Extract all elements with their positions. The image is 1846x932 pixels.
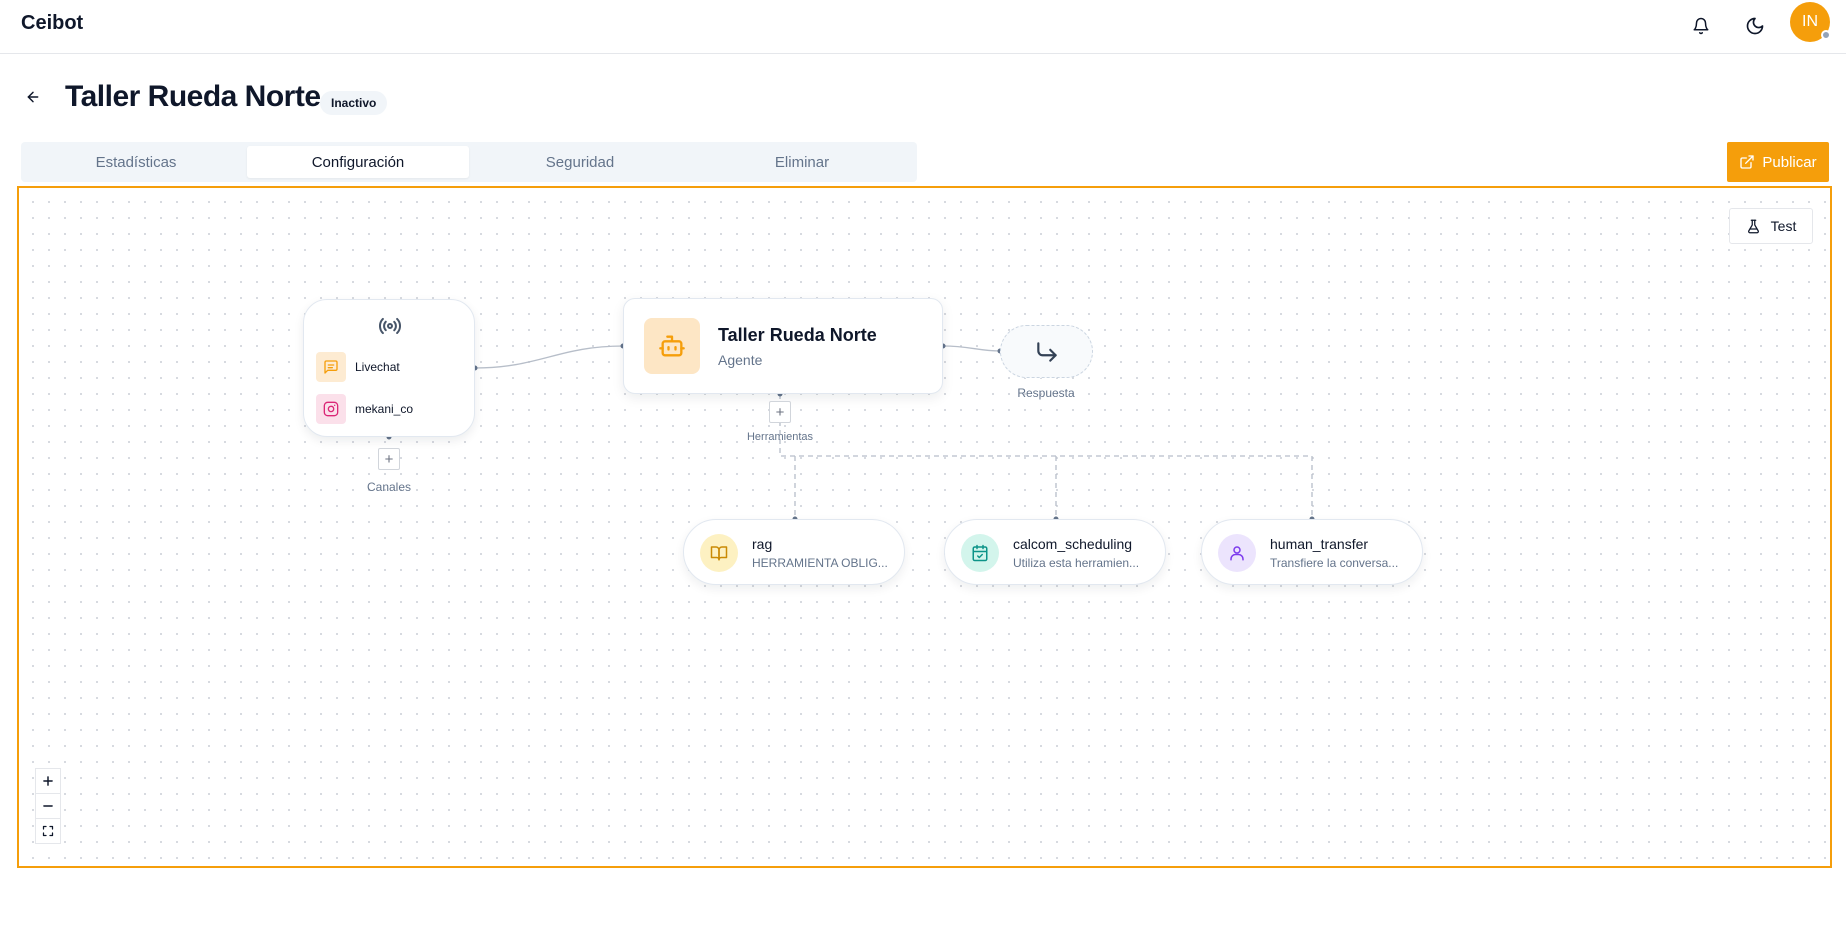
publish-button[interactable]: Publicar <box>1727 142 1829 182</box>
chat-icon <box>316 352 346 382</box>
user-icon <box>1218 534 1256 572</box>
avatar-status-dot <box>1821 30 1831 40</box>
tool-description: Utiliza esta herramien... <box>1013 556 1140 570</box>
response-node[interactable] <box>1000 325 1093 378</box>
tool-name: human_transfer <box>1270 536 1369 552</box>
tab-eliminar[interactable]: Eliminar <box>691 146 913 178</box>
tool-name: rag <box>752 536 773 552</box>
channel-instagram[interactable]: mekani_co <box>316 394 413 424</box>
bell-icon[interactable] <box>1687 12 1715 40</box>
tool-name: calcom_scheduling <box>1013 536 1133 552</box>
tab-configuracion[interactable]: Configuración <box>247 146 469 178</box>
zoom-out-button[interactable] <box>35 793 61 819</box>
broadcast-icon <box>376 312 404 340</box>
tool-node-calcom-scheduling[interactable]: calcom_scheduling Utiliza esta herramien… <box>944 519 1166 585</box>
channel-label: Livechat <box>355 360 400 374</box>
external-link-icon <box>1740 155 1755 169</box>
flask-icon <box>1747 219 1759 233</box>
book-icon <box>700 534 738 572</box>
channel-livechat[interactable]: Livechat <box>316 352 400 382</box>
agent-title: Taller Rueda Norte <box>718 325 877 345</box>
avatar-initials: IN <box>1802 13 1818 30</box>
tool-node-rag[interactable]: rag HERRAMIENTA OBLIG... <box>683 519 905 585</box>
channels-caption: Canales <box>366 480 412 494</box>
tool-description: Transfiere la conversa... <box>1270 556 1399 570</box>
page-title: Taller Rueda Norte <box>65 80 321 113</box>
back-button[interactable] <box>22 86 44 108</box>
edge-channels-agent <box>474 345 624 369</box>
corner-down-right-icon <box>1036 341 1057 362</box>
zoom-controls <box>35 768 61 844</box>
tab-estadisticas[interactable]: Estadísticas <box>25 146 247 178</box>
brand-logo[interactable]: Ceibot <box>21 12 83 35</box>
test-label: Test <box>1770 218 1797 234</box>
arrow-left-icon <box>27 91 39 103</box>
status-badge: Inactivo <box>320 91 388 115</box>
tools-caption: Herramientas <box>746 431 814 443</box>
plus-icon <box>43 776 53 786</box>
flow-edges <box>386 343 1315 522</box>
agent-node[interactable]: Taller Rueda Norte Agente <box>623 298 943 394</box>
calendar-check-icon <box>961 534 999 572</box>
edge-agent-tools <box>779 394 1313 519</box>
tab-seguridad[interactable]: Seguridad <box>469 146 691 178</box>
edge-agent-response <box>942 345 1001 352</box>
channel-label: mekani_co <box>355 402 414 416</box>
response-caption: Respuesta <box>1017 386 1075 400</box>
test-button[interactable]: Test <box>1729 208 1813 244</box>
tab-list: Estadísticas Configuración Seguridad Eli… <box>21 142 917 182</box>
add-tool-button[interactable]: + <box>769 401 791 423</box>
bot-icon <box>644 318 700 374</box>
moon-icon[interactable] <box>1741 12 1769 40</box>
zoom-in-button[interactable] <box>35 768 61 794</box>
publish-label: Publicar <box>1762 153 1817 171</box>
tool-node-human-transfer[interactable]: human_transfer Transfiere la conversa... <box>1201 519 1423 585</box>
fit-view-button[interactable] <box>35 818 61 844</box>
flow-canvas[interactable]: Test Livechat mekani_co + Canales Taller… <box>17 186 1832 868</box>
avatar[interactable]: IN <box>1790 2 1831 42</box>
expand-icon <box>42 825 54 837</box>
top-bar: Ceibot IN <box>0 0 1846 54</box>
agent-subtitle: Agente <box>718 352 763 368</box>
tool-description: HERRAMIENTA OBLIG... <box>752 556 888 570</box>
channels-node[interactable]: Livechat mekani_co <box>303 299 475 437</box>
add-channel-button[interactable]: + <box>378 448 400 470</box>
instagram-icon <box>316 394 346 424</box>
minus-icon <box>43 805 53 807</box>
